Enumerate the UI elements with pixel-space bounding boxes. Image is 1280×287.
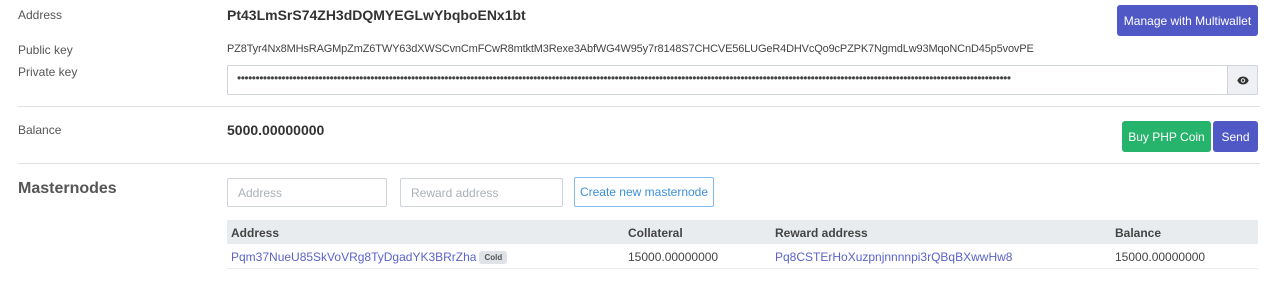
send-button[interactable]: Send [1213,121,1258,152]
divider [18,106,1260,107]
cold-badge: Cold [479,251,508,264]
address-value: Pt43LmSrS74ZH3dDQMYEGLwYbqboENx1bt [227,7,526,23]
masternode-balance-value: 15000.00000000 [1115,250,1206,264]
collateral-value: 15000.00000000 [628,250,719,264]
masternodes-table-header: Address Collateral Reward address Balanc… [227,220,1258,244]
column-header-balance: Balance [1115,226,1162,240]
masternode-address-link[interactable]: Pqm37NueU85SkVoVRg8TyDgadYK3BRrZha [231,250,476,264]
column-header-address: Address [231,226,280,240]
column-header-reward-address: Reward address [775,226,868,240]
private-key-label: Private key [18,65,78,79]
buy-coin-button[interactable]: Buy PHP Coin [1122,121,1211,152]
private-key-field[interactable]: ••••••••••••••••••••••••••••••••••••••••… [227,65,1230,95]
reward-address-link[interactable]: Pq8CSTErHoXuzpnjnnnnpi3rQBqBXwwHw8 [775,250,1012,264]
balance-value: 5000.00000000 [227,122,325,138]
public-key-value: PZ8Tyr4Nx8MHsRAGMpZmZ6TWY63dXWSCvnCmFCwR… [227,43,1034,55]
public-key-label: Public key [18,43,73,57]
private-key-masked: ••••••••••••••••••••••••••••••••••••••••… [237,71,1011,85]
manage-multiwallet-button[interactable]: Manage with Multiwallet [1117,5,1258,36]
reveal-private-key-button[interactable] [1227,65,1258,95]
create-masternode-button[interactable]: Create new masternode [574,177,714,207]
masternode-reward-input[interactable] [400,178,563,207]
masternodes-title: Masternodes [18,180,117,197]
table-row: Pqm37NueU85SkVoVRg8TyDgadYK3BRrZha Cold 1… [227,245,1258,269]
balance-label: Balance [18,123,62,137]
masternode-address-input[interactable] [227,178,387,207]
column-header-collateral: Collateral [628,226,683,240]
eye-icon [1237,76,1249,85]
address-label: Address [18,8,63,22]
divider [18,163,1260,164]
